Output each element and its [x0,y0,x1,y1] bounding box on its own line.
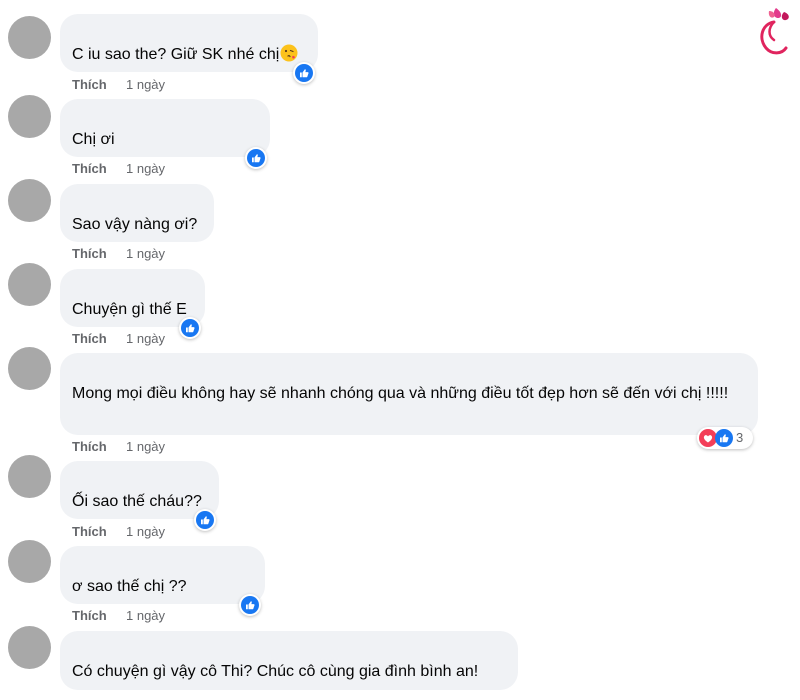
comment-meta: Thích 1 ngày [72,161,165,177]
like-reaction-badge[interactable] [179,317,201,339]
like-icon [247,149,265,167]
timestamp[interactable]: 1 ngày [126,77,165,93]
like-reaction-badge[interactable] [239,594,261,616]
kiss-emoji-icon [280,44,298,62]
avatar[interactable] [8,626,51,669]
comment-text: Sao vậy nàng ơi? [72,216,198,233]
like-icon [295,64,313,82]
avatar[interactable] [8,455,51,498]
reaction-summary[interactable]: 3 [697,427,753,449]
like-reaction-badge[interactable] [245,147,267,169]
comment-bubble: ơ sao thế chị ?? [60,546,265,604]
brand-logo-icon [760,8,789,55]
like-button[interactable]: Thích [72,331,107,346]
timestamp[interactable]: 1 ngày [126,608,165,624]
comment-text: Chị ơi [72,131,115,148]
like-button[interactable]: Thích [72,161,107,176]
comment-text: Ối sao thế cháu?? [72,493,202,510]
comment-meta: Thích 1 ngày [72,331,165,347]
avatar[interactable] [8,179,51,222]
comment-meta: Thích 1 ngày [72,439,165,455]
comment-text: ơ sao thế chị ?? [72,578,187,595]
comment-meta: Thích 1 ngày [72,608,165,624]
avatar[interactable] [8,347,51,390]
comment-bubble: C iu sao the? Giữ SK nhé chị [60,14,318,72]
like-reaction-badge[interactable] [194,509,216,531]
timestamp[interactable]: 1 ngày [126,161,165,177]
comment-meta: Thích 1 ngày [72,77,165,93]
like-button[interactable]: Thích [72,608,107,623]
comment-meta: Thích 1 ngày [72,246,165,262]
like-icon [715,429,733,447]
like-icon [181,319,199,337]
comment-bubble: Chị ơi [60,99,270,157]
like-reaction-badge[interactable] [293,62,315,84]
avatar[interactable] [8,263,51,306]
avatar[interactable] [8,95,51,138]
comment-text: Có chuyện gì vậy cô Thi? Chúc cô cùng gi… [72,663,479,680]
reaction-count: 3 [736,430,744,445]
like-icon [196,511,214,529]
timestamp[interactable]: 1 ngày [126,524,165,540]
like-icon [241,596,259,614]
avatar[interactable] [8,540,51,583]
like-button[interactable]: Thích [72,439,107,454]
like-button[interactable]: Thích [72,524,107,539]
timestamp[interactable]: 1 ngày [126,246,165,262]
comment-bubble: Sao vậy nàng ơi? [60,184,214,242]
like-button[interactable]: Thích [72,77,107,92]
comment-text: Chuyện gì thế E [72,301,187,318]
comment-bubble: Mong mọi điều không hay sẽ nhanh chóng q… [60,353,758,435]
timestamp[interactable]: 1 ngày [126,331,165,347]
comment-meta: Thích 1 ngày [72,524,165,540]
comment-bubble: Có chuyện gì vậy cô Thi? Chúc cô cùng gi… [60,631,518,690]
like-button[interactable]: Thích [72,246,107,261]
comment-text: C iu sao the? Giữ SK nhé chị [72,46,280,63]
timestamp[interactable]: 1 ngày [126,439,165,455]
comment-text: Mong mọi điều không hay sẽ nhanh chóng q… [72,385,729,402]
avatar[interactable] [8,16,51,59]
